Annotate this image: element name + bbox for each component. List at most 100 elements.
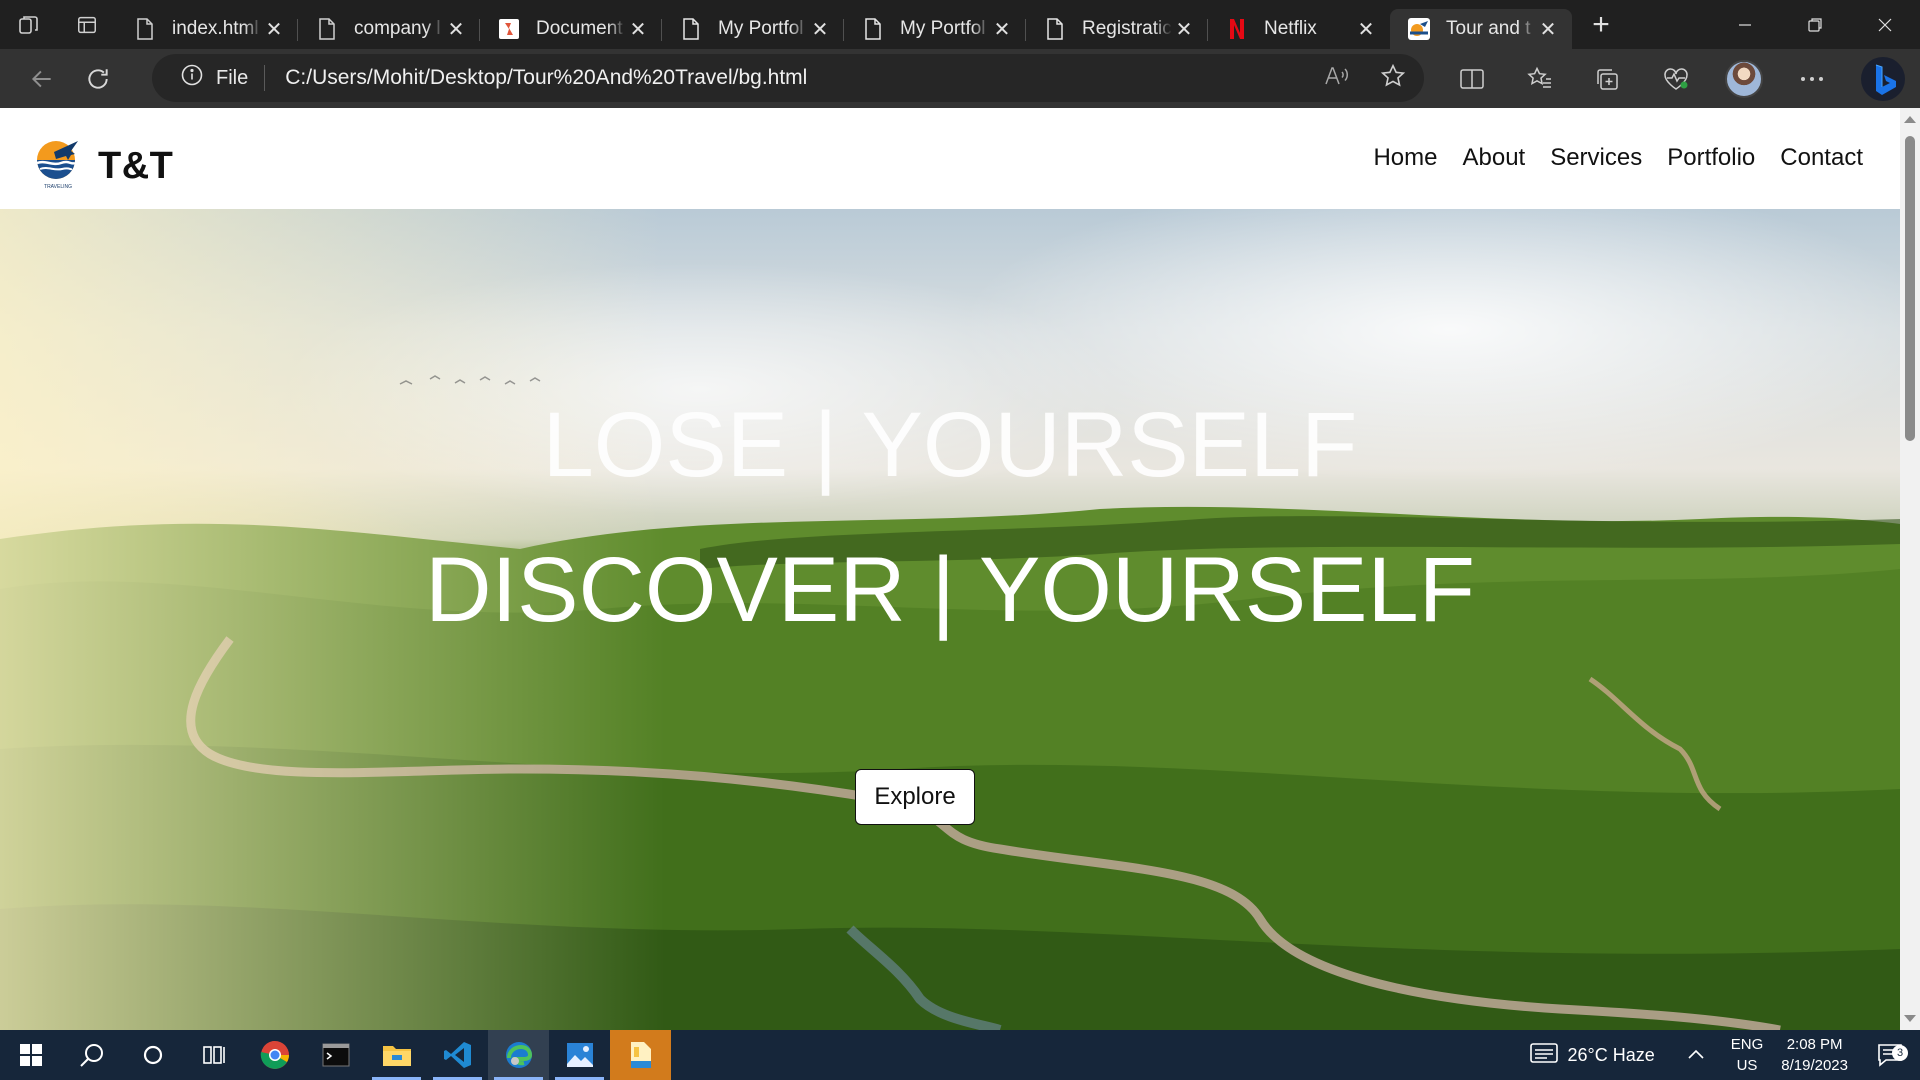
avatar (1725, 59, 1763, 98)
netflix-favicon (1226, 18, 1248, 40)
photos-icon[interactable] (549, 1030, 610, 1080)
read-aloud-icon[interactable] (1324, 64, 1350, 93)
toolbar-right (1438, 49, 1920, 108)
refresh-icon[interactable] (70, 57, 126, 101)
windows-taskbar: 26°C Haze ENG US 2:08 PM 8/19/2023 3 (0, 1030, 1920, 1080)
nav-home[interactable]: Home (1373, 144, 1437, 172)
close-tab-icon[interactable]: ✕ (1536, 17, 1560, 41)
tab-index-html[interactable]: index.html ✕ (116, 9, 298, 49)
tab-title: Netflix (1264, 18, 1317, 39)
back-arrow-icon[interactable] (14, 57, 70, 101)
task-view-icon[interactable] (183, 1030, 244, 1080)
close-tab-icon[interactable]: ✕ (444, 17, 468, 41)
file-icon (316, 18, 338, 40)
tab-title: company l (354, 18, 441, 39)
search-icon[interactable] (61, 1030, 122, 1080)
language-code: ENG (1730, 1036, 1764, 1053)
tab-document[interactable]: Document ✕ (480, 9, 662, 49)
input-language-indicator[interactable]: ENG US (1731, 1034, 1764, 1076)
favorite-star-icon[interactable] (1380, 63, 1406, 94)
profile-avatar[interactable] (1710, 57, 1778, 101)
nav-about[interactable]: About (1462, 144, 1525, 172)
tab-actions-icon[interactable] (58, 0, 116, 49)
chrome-icon[interactable] (244, 1030, 305, 1080)
main-nav: Home About Services Portfolio Contact (1373, 144, 1863, 172)
split-screen-icon[interactable] (1438, 57, 1506, 101)
page-scrollbar[interactable] (1900, 108, 1920, 1030)
brand[interactable]: TRAVELING T&T (34, 136, 173, 197)
restore-icon[interactable] (1780, 0, 1850, 49)
site-navbar: TRAVELING T&T Home About Services Portfo… (0, 108, 1900, 209)
tab-tour-and-travel[interactable]: Tour and t ✕ (1390, 9, 1572, 49)
nav-contact[interactable]: Contact (1780, 144, 1863, 172)
system-tray: 26°C Haze ENG US 2:08 PM 8/19/2023 3 (1529, 1030, 1920, 1080)
scheme-label: File (216, 66, 249, 89)
browser-toolbar: File C:/Users/Mohit/Desktop/Tour%20And%2… (0, 49, 1920, 108)
tab-registration[interactable]: Registratic ✕ (1026, 9, 1208, 49)
favorites-icon[interactable] (1506, 57, 1574, 101)
brand-name: T&T (98, 145, 174, 187)
clock-time: 2:08 PM (1786, 1036, 1843, 1053)
scroll-down-arrow-icon[interactable] (1904, 1015, 1916, 1022)
url-text[interactable]: C:/Users/Mohit/Desktop/Tour%20And%20Trav… (285, 66, 807, 90)
tab-title: Document (536, 18, 623, 39)
tab-title: My Portfol (900, 18, 986, 39)
file-icon (680, 18, 702, 40)
close-tab-icon[interactable]: ✕ (626, 17, 650, 41)
logo-caption: TRAVELING (44, 184, 72, 190)
collections-icon[interactable] (1574, 57, 1642, 101)
document-favicon (498, 18, 520, 40)
browser-essentials-icon[interactable] (1642, 57, 1710, 101)
hero-heading-discover-yourself: DISCOVER | YOURSELF (425, 539, 1475, 641)
vscode-icon[interactable] (427, 1030, 488, 1080)
page-viewport: TRAVELING T&T Home About Services Portfo… (0, 108, 1920, 1030)
explore-button[interactable]: Explore (855, 769, 975, 825)
edge-icon[interactable] (488, 1030, 549, 1080)
tab-title: Registratic (1082, 18, 1172, 39)
file-manager-icon[interactable] (610, 1030, 671, 1080)
tab-my-portfolio-1[interactable]: My Portfol ✕ (662, 9, 844, 49)
address-bar[interactable]: File C:/Users/Mohit/Desktop/Tour%20And%2… (152, 54, 1424, 102)
tab-netflix[interactable]: Netflix ✕ (1208, 9, 1390, 49)
tab-title: Tour and t (1446, 18, 1531, 39)
tab-title: index.html (172, 18, 259, 39)
notification-center-icon[interactable]: 3 (1870, 1043, 1910, 1067)
close-tab-icon[interactable]: ✕ (1172, 17, 1196, 41)
clock[interactable]: 2:08 PM 8/19/2023 (1781, 1034, 1848, 1076)
nav-portfolio[interactable]: Portfolio (1667, 144, 1755, 172)
browser-tab-strip: index.html ✕ company l ✕ Document ✕ My P… (0, 0, 1920, 49)
close-tab-icon[interactable]: ✕ (1354, 17, 1378, 41)
notification-count-badge: 3 (1892, 1045, 1908, 1061)
close-tab-icon[interactable]: ✕ (990, 17, 1014, 41)
hero-heading-lose-yourself: LOSE | YOURSELF (542, 394, 1358, 496)
scrollbar-thumb[interactable] (1905, 136, 1915, 441)
weather-haze-icon (1529, 1042, 1558, 1069)
settings-more-icon[interactable] (1778, 57, 1846, 101)
show-hidden-icons-chevron-icon[interactable] (1687, 1045, 1705, 1065)
tab-title: My Portfol (718, 18, 804, 39)
cortana-icon[interactable] (122, 1030, 183, 1080)
close-tab-icon[interactable]: ✕ (808, 17, 832, 41)
file-explorer-icon[interactable] (366, 1030, 427, 1080)
scroll-up-arrow-icon[interactable] (1904, 116, 1916, 123)
tab-company[interactable]: company l ✕ (298, 9, 480, 49)
bing-copilot-icon[interactable] (1846, 56, 1920, 101)
terminal-icon[interactable] (305, 1030, 366, 1080)
close-window-icon[interactable] (1850, 0, 1920, 49)
close-tab-icon[interactable]: ✕ (262, 17, 286, 41)
window-controls (1710, 0, 1920, 49)
region-code: US (1736, 1057, 1758, 1074)
nav-services[interactable]: Services (1550, 144, 1642, 172)
address-bar-actions (1324, 54, 1406, 102)
tab-my-portfolio-2[interactable]: My Portfol ✕ (844, 9, 1026, 49)
minimize-icon[interactable] (1710, 0, 1780, 49)
start-windows-icon[interactable] (0, 1030, 61, 1080)
weather-widget[interactable]: 26°C Haze (1529, 1042, 1655, 1069)
tab-list: index.html ✕ company l ✕ Document ✕ My P… (116, 0, 1572, 49)
workspaces-icon[interactable] (0, 0, 58, 49)
file-icon (1044, 18, 1066, 40)
new-tab-button[interactable]: + (1572, 0, 1630, 49)
clock-date: 8/19/2023 (1781, 1057, 1848, 1074)
tour-favicon (1408, 18, 1430, 40)
site-info-button[interactable]: File (180, 64, 266, 91)
